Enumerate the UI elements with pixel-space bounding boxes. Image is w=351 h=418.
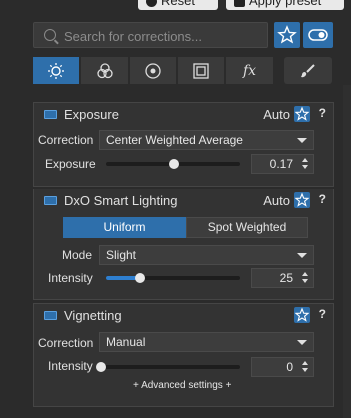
search-input[interactable]	[62, 26, 266, 46]
apply-preset-button[interactable]: Apply preset	[226, 0, 344, 10]
auto-label[interactable]: Auto	[263, 107, 290, 122]
intensity-slider-thumb[interactable]	[96, 362, 106, 372]
light-icon	[48, 62, 64, 79]
advanced-settings-link[interactable]: + Advanced settings +	[133, 380, 231, 391]
reset-button[interactable]: Reset	[138, 0, 218, 10]
auto-label[interactable]: Auto	[263, 193, 290, 208]
correction-label: Correction	[38, 133, 94, 147]
reset-icon	[146, 0, 157, 8]
toggle-icon	[308, 29, 328, 41]
intensity-slider[interactable]	[101, 365, 240, 369]
smart-lighting-favorite-button[interactable]	[294, 192, 310, 208]
smart-lighting-title: DxO Smart Lighting	[64, 192, 178, 208]
tab-detail[interactable]	[130, 57, 177, 84]
exposure-label: Exposure	[45, 157, 96, 171]
exposure-slider-thumb[interactable]	[169, 159, 180, 169]
preset-icon	[234, 0, 245, 8]
correction-dropdown[interactable]: Center Weighted Average	[99, 130, 314, 150]
tab-effects[interactable]: fx	[226, 57, 273, 84]
toggle-view-button[interactable]	[303, 22, 333, 48]
mode-label: Mode	[62, 248, 93, 262]
detail-icon	[145, 62, 161, 79]
help-icon[interactable]: ?	[319, 192, 326, 206]
intensity-value-field[interactable]: 0	[251, 357, 314, 377]
tab-geometry[interactable]	[178, 57, 225, 84]
scrollbar[interactable]	[343, 85, 351, 418]
vignetting-title: Vignetting	[64, 307, 122, 323]
intensity-slider-thumb[interactable]	[134, 273, 145, 283]
stepper-icon[interactable]	[301, 158, 309, 170]
search-icon	[44, 29, 56, 41]
tab-local-adjustments[interactable]	[284, 57, 332, 84]
mode-dropdown[interactable]: Slight	[99, 245, 314, 265]
help-icon[interactable]: ?	[319, 307, 326, 321]
smart-lighting-panel: DxO Smart Lighting Auto ? Uniform Spot W…	[33, 189, 334, 300]
star-icon	[294, 192, 310, 207]
vignetting-favorite-button[interactable]	[294, 307, 310, 323]
smart-lighting-enable-checkbox[interactable]	[44, 195, 57, 205]
intensity-value-field[interactable]: 25	[251, 268, 314, 288]
tab-light[interactable]	[33, 57, 80, 84]
intensity-label: Intensity	[48, 359, 93, 373]
exposure-header: Exposure Auto ?	[34, 103, 333, 125]
correction-label: Correction	[38, 336, 94, 350]
favorites-filter-button[interactable]	[274, 22, 300, 48]
exposure-value-field[interactable]: 0.17	[251, 154, 314, 174]
star-icon	[294, 307, 310, 322]
exposure-panel: Exposure Auto ? Correction Center Weight…	[33, 102, 334, 187]
stepper-icon[interactable]	[301, 272, 309, 284]
vignetting-header: Vignetting ?	[34, 304, 333, 326]
exposure-title: Exposure	[64, 106, 119, 122]
color-icon	[96, 62, 113, 78]
smart-lighting-header: DxO Smart Lighting Auto ?	[34, 189, 333, 211]
intensity-label: Intensity	[48, 271, 93, 285]
chevron-down-icon	[297, 253, 307, 258]
tab-color[interactable]	[81, 57, 129, 84]
vignetting-enable-checkbox[interactable]	[44, 310, 57, 320]
correction-dropdown[interactable]: Manual	[99, 332, 314, 352]
intensity-slider[interactable]	[106, 276, 240, 280]
effects-icon: fx	[242, 62, 257, 79]
local-adjust-icon	[301, 63, 315, 77]
chevron-down-icon	[297, 138, 307, 143]
star-icon	[277, 25, 297, 44]
help-icon[interactable]: ?	[319, 106, 326, 120]
stepper-icon[interactable]	[301, 361, 309, 373]
geometry-icon	[193, 62, 209, 79]
exposure-enable-checkbox[interactable]	[44, 109, 57, 119]
spot-weighted-mode-button[interactable]: Spot Weighted	[186, 217, 308, 238]
vignetting-panel: Vignetting ? Correction Manual Intensity…	[33, 303, 334, 407]
uniform-mode-button[interactable]: Uniform	[63, 217, 186, 238]
chevron-down-icon	[297, 340, 307, 345]
star-icon	[294, 106, 310, 121]
exposure-favorite-button[interactable]	[294, 106, 310, 122]
search-box[interactable]	[33, 22, 268, 48]
